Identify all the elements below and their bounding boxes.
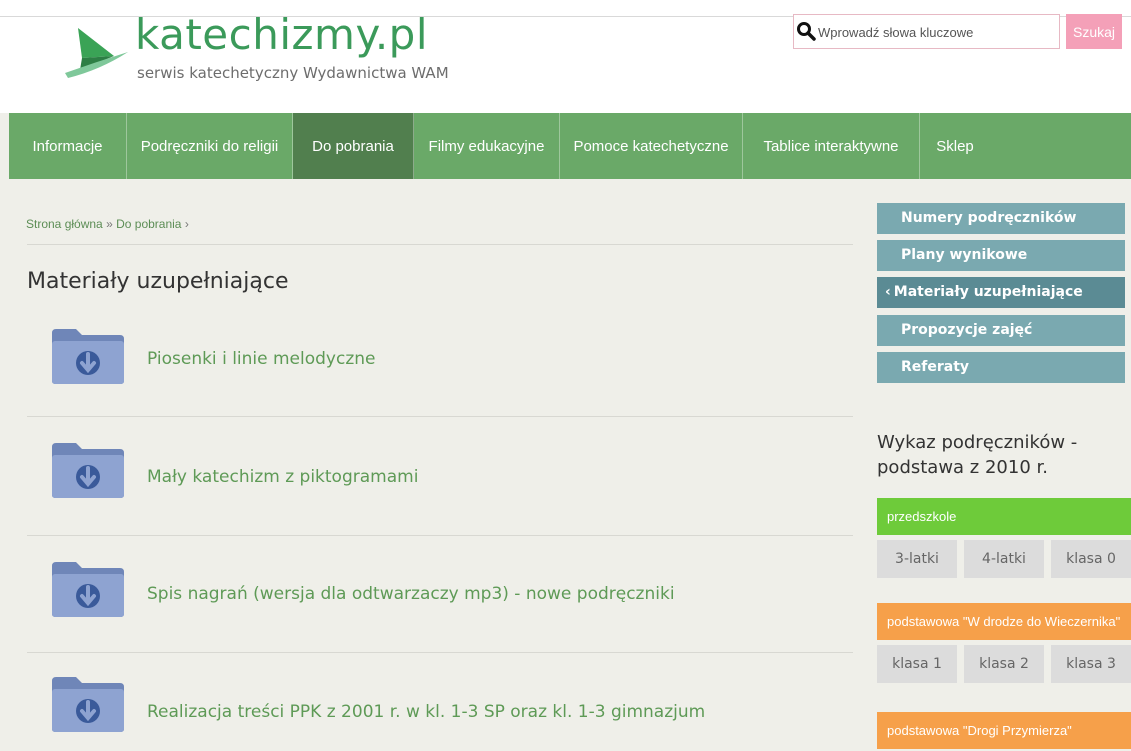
logo-sailboat-icon[interactable] — [60, 18, 132, 84]
search-icon — [797, 22, 816, 41]
divider — [27, 652, 853, 653]
breadcrumb-current-link[interactable]: Do pobrania — [116, 217, 181, 231]
category-drogi-przymierza[interactable]: podstawowa "Drogi Przymierza" — [877, 712, 1131, 749]
category-przedszkole[interactable]: przedszkole — [877, 498, 1131, 535]
grade-button[interactable]: klasa 0 — [1051, 540, 1131, 578]
grade-button[interactable]: klasa 1 — [877, 645, 957, 683]
download-item[interactable]: Piosenki i linie melodyczne — [50, 327, 850, 407]
grade-button[interactable]: klasa 3 — [1051, 645, 1131, 683]
download-folder-icon[interactable] — [50, 560, 126, 618]
site-logo-title[interactable]: katechizmy.pl — [135, 10, 428, 60]
download-link[interactable]: Spis nagrań (wersja dla odtwarzaczy mp3)… — [147, 584, 675, 604]
download-link[interactable]: Mały katechizm z piktogramami — [147, 467, 418, 487]
site-header: katechizmy.pl serwis katechetyczny Wydaw… — [0, 0, 1131, 113]
download-folder-icon[interactable] — [50, 441, 126, 499]
breadcrumb-separator: › — [184, 217, 189, 231]
chevron-left-icon: ‹ — [885, 284, 891, 300]
nav-item-tablice[interactable]: Tablice interaktywne — [743, 113, 920, 179]
download-folder-icon[interactable] — [50, 327, 126, 385]
divider — [27, 535, 853, 536]
sidebar-item-label: Materiały uzupełniające — [893, 284, 1083, 300]
page-title: Materiały uzupełniające — [27, 269, 289, 294]
download-link[interactable]: Realizacja treści PPK z 2001 r. w kl. 1-… — [147, 702, 705, 722]
sidebar-item-referaty[interactable]: Referaty — [877, 352, 1125, 383]
sidebar-item-numery[interactable]: Numery podręczników — [877, 203, 1125, 234]
grade-button[interactable]: 3-latki — [877, 540, 957, 578]
search-box — [793, 14, 1060, 49]
nav-item-podreczniki[interactable]: Podręczniki do religii — [127, 113, 293, 179]
breadcrumb-separator: » — [106, 217, 113, 231]
search-input[interactable] — [818, 19, 1054, 45]
download-item[interactable]: Mały katechizm z piktogramami — [50, 441, 850, 521]
grade-button[interactable]: klasa 2 — [964, 645, 1044, 683]
breadcrumb: Strona główna » Do pobrania › — [26, 217, 189, 231]
download-item[interactable]: Spis nagrań (wersja dla odtwarzaczy mp3)… — [50, 560, 850, 640]
divider — [27, 244, 853, 245]
sidebar: Numery podręczników Plany wynikowe ‹ Mate… — [877, 179, 1131, 751]
nav-item-filmy[interactable]: Filmy edukacyjne — [414, 113, 560, 179]
divider — [27, 416, 853, 417]
sidebar-item-plany[interactable]: Plany wynikowe — [877, 240, 1125, 271]
nav-item-do-pobrania[interactable]: Do pobrania — [293, 113, 414, 179]
wykaz-heading: Wykaz podręczników - podstawa z 2010 r. — [877, 432, 1078, 478]
download-folder-icon[interactable] — [50, 675, 126, 733]
category-w-drodze[interactable]: podstawowa "W drodze do Wieczernika" — [877, 603, 1131, 640]
download-item[interactable]: Realizacja treści PPK z 2001 r. w kl. 1-… — [50, 675, 850, 751]
sidebar-item-propozycje[interactable]: Propozycje zajęć — [877, 315, 1125, 346]
download-link[interactable]: Piosenki i linie melodyczne — [147, 349, 376, 369]
main-navigation: Informacje Podręczniki do religii Do pob… — [9, 113, 1131, 179]
search-button[interactable]: Szukaj — [1066, 14, 1122, 49]
nav-item-pomoce[interactable]: Pomoce katechetyczne — [560, 113, 743, 179]
nav-item-informacje[interactable]: Informacje — [9, 113, 127, 179]
nav-item-sklep[interactable]: Sklep — [920, 113, 990, 179]
site-logo-subtitle: serwis katechetyczny Wydawnictwa WAM — [137, 64, 449, 82]
sidebar-item-materialy[interactable]: ‹ Materiały uzupełniające — [877, 277, 1125, 308]
grade-button[interactable]: 4-latki — [964, 540, 1044, 578]
main-content: Strona główna » Do pobrania › Materiały … — [0, 179, 870, 751]
breadcrumb-home-link[interactable]: Strona główna — [26, 217, 103, 231]
